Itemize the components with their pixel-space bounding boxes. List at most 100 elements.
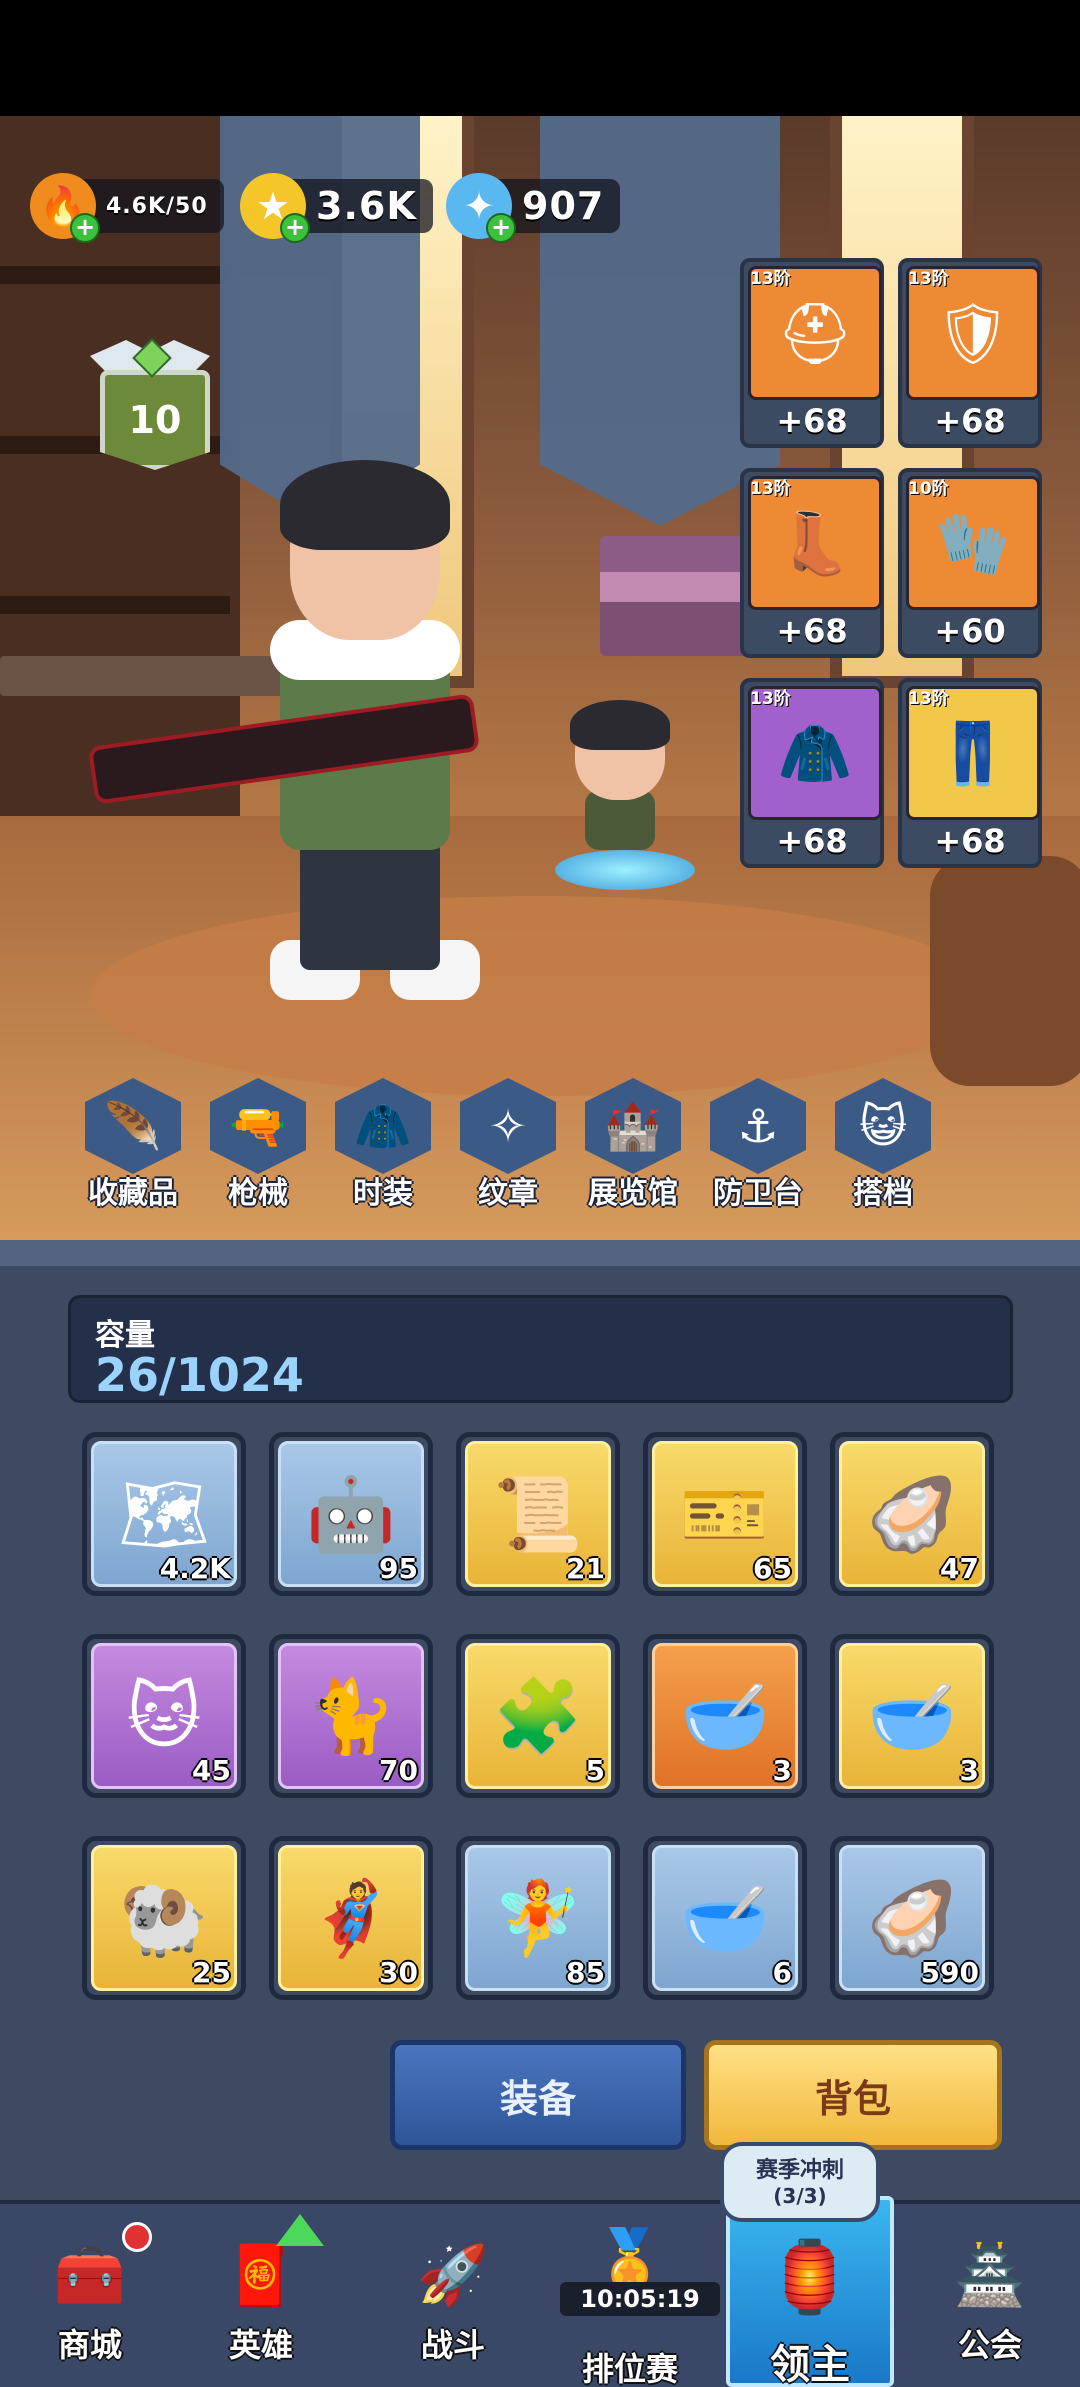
hero-character[interactable]: [87, 460, 500, 1010]
panel-divider: [0, 1240, 1080, 1266]
stamina-value: 4.6K/50: [106, 193, 208, 219]
shelf: [0, 266, 230, 284]
equip-bonus: +68: [776, 402, 848, 440]
stamina-counter[interactable]: 🔥 + 4.6K/50: [30, 173, 224, 243]
season-sprint-bubble[interactable]: 赛季冲刺 (3/3): [720, 2142, 880, 2222]
player-level-badge[interactable]: 10: [90, 338, 210, 470]
equip-tier: 10阶: [908, 479, 949, 499]
feature-label: 枪械: [228, 1176, 288, 1211]
inventory-item[interactable]: 🐱 45: [82, 1634, 246, 1798]
feature-label: 收藏品: [88, 1176, 178, 1211]
item-count: 3: [959, 1754, 979, 1787]
feature-label: 纹章: [478, 1176, 538, 1211]
item-count: 30: [379, 1956, 418, 1989]
equip-slot-boots[interactable]: 13阶 👢 +68: [740, 468, 884, 658]
upgrade-arrow-icon: [276, 2214, 324, 2246]
inventory-item[interactable]: 🥣 6: [643, 1836, 807, 2000]
gold-coin-icon: ★ +: [240, 173, 310, 243]
inventory-item[interactable]: 🐈 70: [269, 1634, 433, 1798]
equip-tier: 13阶: [750, 689, 791, 709]
inventory-item[interactable]: 🐏 25: [82, 1836, 246, 2000]
equip-tab-button[interactable]: 装备: [390, 2040, 686, 2150]
item-count: 85: [566, 1956, 605, 1989]
item-count: 25: [192, 1956, 231, 1989]
emblem-icon: ✧: [460, 1078, 556, 1174]
feature-collectibles[interactable]: 🪶 收藏品: [78, 1078, 188, 1212]
season-progress: (3/3): [773, 2184, 827, 2208]
nav-label: 排位赛: [581, 2350, 678, 2387]
equip-slot-gloves[interactable]: 10阶 🧤 +60: [898, 468, 1042, 658]
feather-icon: 🪶: [85, 1078, 181, 1174]
book-stack: [600, 536, 750, 656]
nav-heroes[interactable]: 🧧 英雄: [186, 2230, 336, 2366]
nav-guild[interactable]: 🏯 公会: [915, 2230, 1065, 2366]
castle-icon: 🏰: [585, 1078, 681, 1174]
inventory-item[interactable]: 🤖 95: [269, 1432, 433, 1596]
equip-tier: 13阶: [908, 269, 949, 289]
inventory-item[interactable]: 🦪 47: [830, 1432, 994, 1596]
feature-emblem[interactable]: ✧ 纹章: [453, 1078, 563, 1212]
nav-battle[interactable]: 🚀 战斗: [378, 2230, 528, 2366]
equip-slot-cloak[interactable]: 13阶 🧥 +68: [740, 678, 884, 868]
add-gold-button[interactable]: +: [280, 213, 310, 243]
equip-bonus: +68: [776, 612, 848, 650]
inventory-item[interactable]: 🥣 3: [830, 1634, 994, 1798]
equip-slot-helmet[interactable]: 13阶 ⛑ +68: [740, 258, 884, 448]
equip-bonus: +60: [934, 612, 1006, 650]
feature-label: 展览馆: [588, 1176, 678, 1211]
feature-guns[interactable]: 🔫 枪械: [203, 1078, 313, 1212]
inventory-item[interactable]: 🦸 30: [269, 1836, 433, 2000]
flame-icon: 🔥 +: [30, 173, 100, 243]
equip-tier: 13阶: [750, 479, 791, 499]
capacity-value: 26/1024: [95, 1348, 304, 1402]
equip-slot-pants[interactable]: 13阶 👖 +68: [898, 678, 1042, 868]
jacket-icon: 🧥: [335, 1078, 431, 1174]
gold-counter[interactable]: ★ + 3.6K: [240, 173, 433, 243]
inventory-item[interactable]: 🧚 85: [456, 1836, 620, 2000]
nav-label: 英雄: [228, 2326, 293, 2364]
inventory-item[interactable]: 🗺 4.2K: [82, 1432, 246, 1596]
nav-label: 战斗: [420, 2326, 485, 2364]
capacity-box: 容量 26/1024: [68, 1295, 1013, 1403]
inventory-item[interactable]: 🎫 65: [643, 1432, 807, 1596]
feature-exhibition[interactable]: 🏰 展览馆: [578, 1078, 688, 1212]
equip-slot-armor[interactable]: 13阶 🛡 +68: [898, 258, 1042, 448]
feature-label: 时装: [353, 1176, 413, 1211]
partner-ring: [555, 850, 695, 890]
item-count: 95: [379, 1552, 418, 1585]
game-screen: 🔥 + 4.6K/50 ★ + 3.6K ✦ + 907 10 13阶 ⛑ +68: [0, 0, 1080, 2387]
hero-legs: [300, 840, 440, 970]
nav-label: 商城: [57, 2326, 122, 2364]
equip-bonus: +68: [934, 402, 1006, 440]
item-count: 65: [753, 1552, 792, 1585]
inventory-item[interactable]: 🦪 590: [830, 1836, 994, 2000]
bag-tab-button[interactable]: 背包: [704, 2040, 1002, 2150]
turret-icon: ⚓: [710, 1078, 806, 1174]
nav-label: 公会: [957, 2326, 1022, 2364]
season-title: 赛季冲刺: [755, 2158, 844, 2183]
inventory-item[interactable]: 🥣 3: [643, 1634, 807, 1798]
item-count: 4.2K: [159, 1552, 231, 1585]
item-count: 70: [379, 1754, 418, 1787]
level-plate: 10: [100, 370, 210, 470]
shelf: [0, 596, 230, 614]
equip-tier: 13阶: [908, 689, 949, 709]
gold-value: 3.6K: [316, 184, 417, 228]
notification-dot: [122, 2222, 152, 2252]
add-stamina-button[interactable]: +: [70, 213, 100, 243]
crystal-counter[interactable]: ✦ + 907: [446, 173, 621, 243]
crystal-star-icon: ✦ +: [446, 173, 516, 243]
feature-fashion[interactable]: 🧥 时装: [328, 1078, 438, 1212]
item-count: 47: [940, 1552, 979, 1585]
feature-defense[interactable]: ⚓ 防卫台: [703, 1078, 813, 1212]
hero-hair: [280, 460, 450, 550]
lord-banner-icon: 🏮: [766, 2235, 854, 2318]
nav-lord[interactable]: 🏮 领主: [735, 2222, 885, 2387]
feature-label: 防卫台: [713, 1176, 803, 1211]
feature-partner[interactable]: 😺 搭档: [828, 1078, 938, 1212]
inventory-item[interactable]: 📜 21: [456, 1432, 620, 1596]
partner-character[interactable]: [545, 690, 695, 890]
inventory-item[interactable]: 🧩 5: [456, 1634, 620, 1798]
item-count: 6: [772, 1956, 792, 1989]
add-crystal-button[interactable]: +: [486, 213, 516, 243]
